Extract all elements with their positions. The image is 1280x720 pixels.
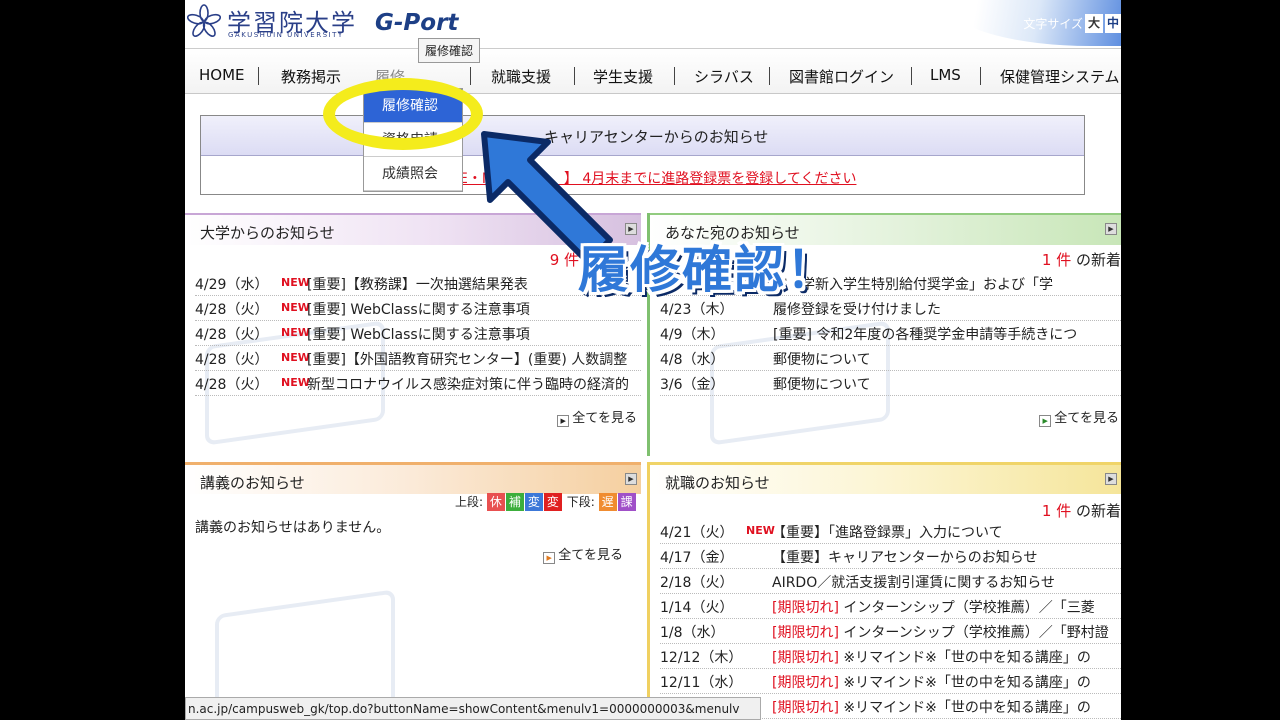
nav-library-login[interactable]: 図書館ログイン — [789, 66, 894, 87]
nav-syllabus[interactable]: シラバス — [694, 66, 754, 87]
expired-badge: [期限切れ] — [772, 650, 839, 666]
annotation-callout: 履修確認！ — [578, 241, 838, 299]
highlight-ellipse — [323, 78, 483, 150]
university-emblem-icon — [187, 4, 221, 37]
list-item[interactable]: 4/28（火） NEW [重要] WebClassに関する注意事項 — [195, 321, 641, 346]
nav-divider — [258, 67, 259, 85]
new-badge: NEW — [281, 351, 310, 364]
arrow-right-icon: ▶ — [1039, 415, 1052, 427]
nav-divider — [769, 67, 770, 85]
panel-title: 大学からのお知らせ — [200, 224, 335, 242]
new-badge: NEW — [281, 376, 310, 389]
new-badge: NEW — [281, 301, 310, 314]
legend-assignment: 課 — [617, 493, 636, 511]
panel-title: 就職のお知らせ — [665, 474, 770, 492]
panel-header: 講義のお知らせ ▶ — [185, 462, 641, 494]
main-nav: HOME 教務掲示 履修 就職支援 学生支援 シラバス 図書館ログイン LMS … — [185, 48, 1121, 94]
browser-status-bar: n.ac.jp/campusweb_gk/top.do?buttonName=s… — [185, 697, 761, 720]
gport-logo[interactable]: G-Port — [375, 10, 458, 36]
see-all-link[interactable]: ▶ 全てを見る — [543, 544, 623, 564]
list-item[interactable]: 1/14（火） [期限切れ] インターンシップ（学校推薦）／「三菱 — [660, 594, 1121, 619]
list-item[interactable]: 4/8（水） 郵便物について — [660, 346, 1121, 371]
no-lecture-notices: 講義のお知らせはありません。 — [195, 520, 391, 536]
nav-home[interactable]: HOME — [199, 66, 245, 84]
nav-divider — [911, 67, 912, 85]
panel-menu-icon[interactable]: ▶ — [1105, 223, 1117, 235]
new-count: 1 件 の新着 — [1041, 251, 1121, 269]
expired-badge: [期限切れ] — [772, 625, 839, 641]
job-notices-panel: 就職のお知らせ ▶ 1 件 の新着 4/21（火） NEW 【重要】「進路登録票… — [647, 462, 1121, 720]
arrow-right-icon: ▶ — [557, 415, 570, 427]
list-item[interactable]: 4/28（火） NEW [重要]【外国語教育研究センター】(重要) 人数調整 — [195, 346, 641, 371]
legend-late: 遅 — [598, 493, 617, 511]
list-item[interactable]: 3/6（金） 郵便物について — [660, 371, 1121, 396]
menu-item-grades[interactable]: 成績照会 — [364, 157, 462, 191]
lecture-notices-panel: 講義のお知らせ ▶ 上段: 休補変変 下段: 遅課 講義のお知らせはありません。… — [185, 462, 641, 720]
nav-divider — [980, 67, 981, 85]
nav-health-system[interactable]: 保健管理システム — [1000, 66, 1120, 87]
new-count: 1 件 の新着 — [1041, 502, 1121, 520]
enrollment-tooltip: 履修確認 — [418, 38, 481, 63]
see-all-link[interactable]: ▶ 全てを見る — [557, 407, 637, 427]
legend-room-change: 変 — [543, 493, 562, 511]
panel-title: 講義のお知らせ — [200, 474, 305, 492]
legend-makeup: 補 — [505, 493, 524, 511]
nav-career-support[interactable]: 就職支援 — [491, 66, 551, 87]
list-item[interactable]: 12/11（水） [期限切れ] ※リマインド※「世の中を知る講座」の — [660, 669, 1121, 694]
university-name-en: GAKUSHUIN UNIVERSITY — [228, 31, 344, 39]
lecture-legend: 上段: 休補変変 下段: 遅課 — [455, 493, 637, 511]
see-all-link[interactable]: ▶ 全てを見る — [1039, 407, 1119, 427]
nav-academic-board[interactable]: 教務掲示 — [281, 66, 341, 87]
legend-change: 変 — [524, 493, 543, 511]
expired-badge: [期限切れ] — [772, 675, 839, 691]
list-item[interactable]: 4/29（水） NEW [重要]【教務課】一次抽選結果発表 — [195, 271, 641, 296]
font-size-large-button[interactable]: 大 — [1085, 14, 1103, 33]
site-header: 学習院大学 GAKUSHUIN UNIVERSITY G-Port 文字サイズ … — [185, 0, 1121, 48]
font-size-medium-button[interactable]: 中 — [1105, 14, 1121, 33]
nav-divider — [674, 67, 675, 85]
list-item[interactable]: 4/17（金） 【重要】キャリアセンターからのお知らせ — [660, 544, 1121, 569]
new-badge: NEW — [746, 524, 775, 537]
list-item[interactable]: 12/12（木） [期限切れ] ※リマインド※「世の中を知る講座」の — [660, 644, 1121, 669]
list-item[interactable]: 4/28（火） NEW 新型コロナウイルス感染症対策に伴う臨時の経済的 — [195, 371, 641, 396]
font-size-label: 文字サイズ — [1023, 17, 1083, 31]
nav-divider — [470, 67, 471, 85]
expired-badge: [期限切れ] — [772, 600, 839, 616]
expired-badge: [期限切れ] — [772, 700, 839, 716]
panel-menu-icon[interactable]: ▶ — [1105, 473, 1117, 485]
nav-student-support[interactable]: 学生支援 — [593, 66, 653, 87]
panel-header: 就職のお知らせ ▶ — [650, 462, 1121, 494]
arrow-right-icon: ▶ — [543, 552, 556, 564]
legend-cancel: 休 — [486, 493, 505, 511]
new-badge: NEW — [281, 276, 310, 289]
list-item[interactable]: 4/28（火） NEW [重要] WebClassに関する注意事項 — [195, 296, 641, 321]
list-item[interactable]: 4/21（火） NEW 【重要】「進路登録票」入力について — [660, 519, 1121, 544]
list-item[interactable]: 4/9（木） [重要] 令和2年度の各種奨学金申請等手続きにつ — [660, 321, 1121, 346]
list-item[interactable]: 2/18（火） AIRDO／就活支援割引運賃に関するお知らせ — [660, 569, 1121, 594]
list-item[interactable]: 1/8（水） [期限切れ] インターンシップ（学校推薦）／「野村證 — [660, 619, 1121, 644]
nav-divider — [574, 67, 575, 85]
nav-lms[interactable]: LMS — [930, 66, 961, 84]
new-badge: NEW — [281, 326, 310, 339]
panel-menu-icon[interactable]: ▶ — [625, 473, 637, 485]
